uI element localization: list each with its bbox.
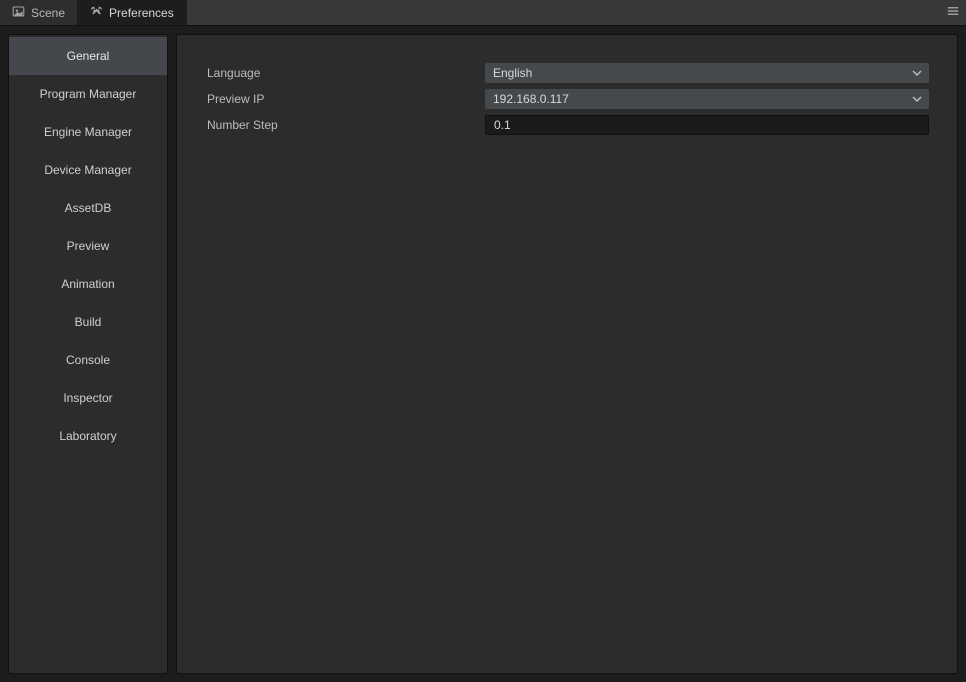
chevron-down-icon bbox=[911, 93, 923, 105]
sidebar-item-build[interactable]: Build bbox=[9, 303, 167, 341]
sidebar-item-inspector[interactable]: Inspector bbox=[9, 379, 167, 417]
tab-spacer bbox=[187, 0, 940, 25]
preferences-content: Language English Preview IP 192.168.0.11… bbox=[176, 34, 958, 674]
label-preview-ip: Preview IP bbox=[205, 92, 485, 106]
scene-icon bbox=[12, 5, 25, 21]
sidebar-item-label: Console bbox=[66, 353, 110, 367]
tab-scene[interactable]: Scene bbox=[0, 0, 78, 25]
sidebar-item-assetdb[interactable]: AssetDB bbox=[9, 189, 167, 227]
select-value: 192.168.0.117 bbox=[493, 92, 569, 106]
sidebar-item-label: Animation bbox=[61, 277, 114, 291]
select-value: English bbox=[493, 66, 532, 80]
sidebar-item-preview[interactable]: Preview bbox=[9, 227, 167, 265]
sidebar-item-program-manager[interactable]: Program Manager bbox=[9, 75, 167, 113]
sidebar-item-label: Program Manager bbox=[40, 87, 137, 101]
sidebar-item-label: Inspector bbox=[63, 391, 112, 405]
preview-ip-select[interactable]: 192.168.0.117 bbox=[485, 89, 929, 109]
language-select[interactable]: English bbox=[485, 63, 929, 83]
body: General Program Manager Engine Manager D… bbox=[0, 26, 966, 682]
hamburger-icon bbox=[946, 4, 960, 21]
row-language: Language English bbox=[205, 61, 929, 85]
sidebar-item-label: Build bbox=[75, 315, 102, 329]
sidebar-item-general[interactable]: General bbox=[9, 37, 167, 75]
tab-bar: Scene Preferences bbox=[0, 0, 966, 26]
tab-preferences[interactable]: Preferences bbox=[78, 0, 187, 25]
sidebar-item-laboratory[interactable]: Laboratory bbox=[9, 417, 167, 455]
row-number-step: Number Step bbox=[205, 113, 929, 137]
sidebar-item-engine-manager[interactable]: Engine Manager bbox=[9, 113, 167, 151]
label-number-step: Number Step bbox=[205, 118, 485, 132]
number-step-input-wrap bbox=[485, 115, 929, 135]
tab-label: Scene bbox=[31, 6, 65, 20]
sidebar-item-animation[interactable]: Animation bbox=[9, 265, 167, 303]
number-step-input[interactable] bbox=[494, 118, 920, 132]
row-preview-ip: Preview IP 192.168.0.117 bbox=[205, 87, 929, 111]
panel-menu-button[interactable] bbox=[940, 0, 966, 25]
preferences-window: Scene Preferences General Program Manage… bbox=[0, 0, 966, 682]
sidebar-item-label: Laboratory bbox=[59, 429, 116, 443]
sidebar-item-label: AssetDB bbox=[65, 201, 112, 215]
tab-label: Preferences bbox=[109, 6, 174, 20]
sidebar-item-console[interactable]: Console bbox=[9, 341, 167, 379]
chevron-down-icon bbox=[911, 67, 923, 79]
sidebar-item-label: General bbox=[67, 49, 110, 63]
sidebar-item-label: Device Manager bbox=[44, 163, 131, 177]
tools-icon bbox=[90, 5, 103, 21]
preferences-sidebar: General Program Manager Engine Manager D… bbox=[8, 34, 168, 674]
label-language: Language bbox=[205, 66, 485, 80]
sidebar-item-label: Preview bbox=[67, 239, 110, 253]
sidebar-item-device-manager[interactable]: Device Manager bbox=[9, 151, 167, 189]
sidebar-item-label: Engine Manager bbox=[44, 125, 132, 139]
